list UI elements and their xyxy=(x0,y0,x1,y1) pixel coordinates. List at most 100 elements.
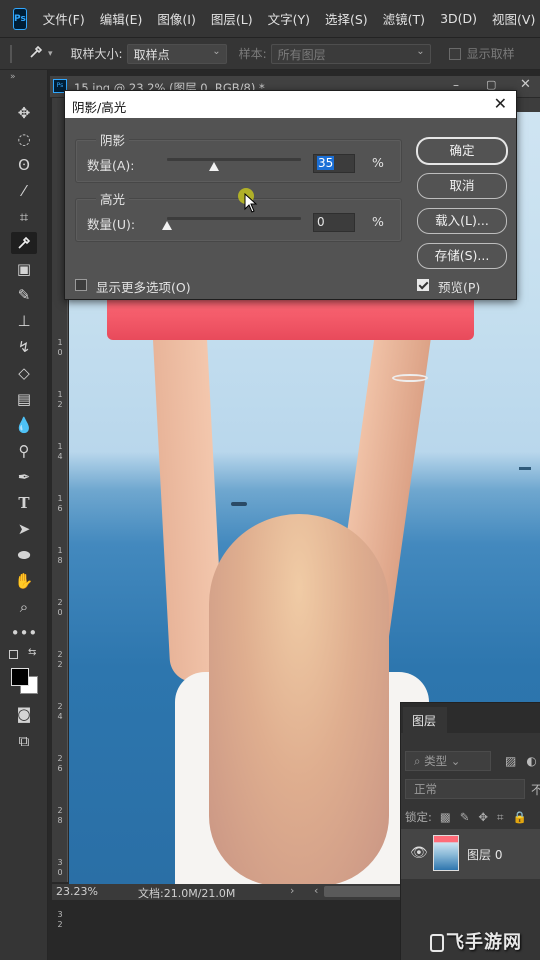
ruler-number: 2 xyxy=(57,650,63,659)
highlights-amount-input[interactable]: 0 xyxy=(313,213,355,232)
frame-tool-icon[interactable]: ▣ xyxy=(11,258,37,280)
hand-tool-icon[interactable]: ✋ xyxy=(11,570,37,592)
ok-button[interactable]: 确定 xyxy=(417,138,507,164)
menu-edit[interactable]: 编辑(E) xyxy=(100,9,143,28)
watermark-text: 飞手游网 xyxy=(446,932,522,953)
watermark-logo-icon xyxy=(430,934,444,952)
blur-tool-icon[interactable]: 💧 xyxy=(11,414,37,436)
type-tool-icon[interactable]: T xyxy=(11,492,37,514)
swap-colors-icon[interactable]: ⇆ xyxy=(28,647,36,658)
ruler-number: 1 xyxy=(57,338,63,347)
sample-size-select[interactable]: 取样点 ⌄ xyxy=(126,43,227,64)
opacity-field[interactable]: 不 xyxy=(531,781,540,798)
preview-checkbox[interactable] xyxy=(417,279,429,291)
eyedropper-icon[interactable] xyxy=(28,44,44,64)
more-options-checkbox[interactable] xyxy=(75,279,87,291)
image-filter-icon[interactable]: ▨ xyxy=(505,754,516,768)
dialog-title: 阴影/高光 xyxy=(72,100,127,115)
preview-label[interactable]: 预览(P) xyxy=(438,277,480,296)
dialog-title-bar[interactable]: 阴影/高光 ✕ xyxy=(65,91,516,118)
menu-file[interactable]: 文件(F) xyxy=(43,9,85,28)
layers-panel: 图层 ⌕ 类型 ⌄ ▨ ◐ 正常 不 锁定: ▩ ✎ ✥ ⌗ 🔒 👁 图层 0 xyxy=(400,702,540,960)
eraser-tool-icon[interactable]: ◇ xyxy=(11,362,37,384)
shadows-amount-slider-handle[interactable] xyxy=(208,162,219,171)
screen-mode-icon[interactable]: ⧉ xyxy=(11,730,37,752)
close-icon[interactable]: ✕ xyxy=(520,77,531,92)
crop-tool-icon[interactable]: ⌗ xyxy=(11,206,37,228)
layer-filter-row: ⌕ 类型 ⌄ ▨ ◐ xyxy=(405,751,537,771)
shadows-amount-label: 数量(A): xyxy=(87,158,135,173)
lock-pixels-icon[interactable]: ✎ xyxy=(460,810,470,824)
default-colors-icon[interactable] xyxy=(9,650,18,659)
path-selection-tool-icon[interactable]: ➤ xyxy=(11,518,37,540)
show-ring-checkbox[interactable] xyxy=(448,47,461,60)
more-options-label[interactable]: 显示更多选项(O) xyxy=(96,277,191,296)
foreground-color-swatch[interactable] xyxy=(11,668,29,686)
save-button[interactable]: 存储(S)... xyxy=(417,243,507,269)
more-tools-icon[interactable]: ••• xyxy=(11,622,38,644)
sample-size-label: 取样大小: xyxy=(70,47,123,61)
brush-tool-icon[interactable]: ✎ xyxy=(11,284,37,306)
layer-thumbnail xyxy=(433,835,459,871)
dialog-close-icon[interactable]: ✕ xyxy=(494,94,507,113)
status-menu-arrow-icon[interactable]: › xyxy=(290,884,294,897)
dodge-tool-icon[interactable]: ⚲ xyxy=(11,440,37,462)
document-info: 文档:21.0M/21.0M xyxy=(138,887,236,900)
eyedropper-tool-icon[interactable] xyxy=(11,232,37,254)
stamp-tool-icon[interactable]: ⊥ xyxy=(11,310,37,332)
scroll-left-icon[interactable]: ‹ xyxy=(314,884,318,897)
options-grip[interactable] xyxy=(10,44,12,63)
cancel-button[interactable]: 取消 xyxy=(417,173,507,199)
tool-preset-chevron-icon[interactable]: ▾ xyxy=(48,49,53,59)
marquee-tool-icon[interactable]: ◌ xyxy=(11,128,37,150)
blend-mode-value: 正常 xyxy=(414,782,437,796)
ellipse-tool-icon[interactable]: ⬬ xyxy=(11,544,37,566)
lock-transparent-icon[interactable]: ▩ xyxy=(440,810,451,824)
menu-type[interactable]: 文字(Y) xyxy=(268,9,310,28)
lock-all-icon[interactable]: 🔒 xyxy=(513,810,527,824)
sample-value: 所有图层 xyxy=(277,47,326,62)
menu-view[interactable]: 视图(V) xyxy=(492,9,535,28)
blend-mode-select[interactable]: 正常 xyxy=(405,779,525,799)
horizontal-scrollbar[interactable] xyxy=(324,886,404,897)
history-brush-tool-icon[interactable]: ↯ xyxy=(11,336,37,358)
ruler-number: 0 xyxy=(57,868,63,877)
menu-layer[interactable]: 图层(L) xyxy=(211,9,253,28)
show-ring-label: 显示取样 xyxy=(466,47,515,61)
lasso-tool-icon[interactable]: ʘ xyxy=(11,154,37,176)
menu-select[interactable]: 选择(S) xyxy=(325,9,368,28)
layer-name[interactable]: 图层 0 xyxy=(467,846,502,863)
pen-tool-icon[interactable]: ✒ xyxy=(11,466,37,488)
zoom-tool-icon[interactable]: ⌕ xyxy=(11,596,37,618)
ruler-number: 1 xyxy=(57,546,63,555)
visibility-eye-icon[interactable]: 👁 xyxy=(410,845,428,861)
photoshop-logo[interactable]: Ps xyxy=(13,7,27,30)
toolbar-collapse-icon[interactable]: » xyxy=(10,72,16,82)
shadows-amount-input[interactable]: 35 xyxy=(313,154,355,173)
layers-tab[interactable]: 图层 xyxy=(403,707,447,733)
highlights-amount-slider[interactable] xyxy=(167,217,301,220)
adjustment-filter-icon[interactable]: ◐ xyxy=(526,754,536,768)
move-tool-icon[interactable]: ✥ xyxy=(11,102,37,124)
zoom-level[interactable]: 23.23% xyxy=(56,885,98,898)
layer-row[interactable]: 👁 图层 0 xyxy=(401,829,540,879)
layer-filter-label: 类型 xyxy=(424,754,448,768)
menu-3d[interactable]: 3D(D) xyxy=(440,11,477,26)
sample-select[interactable]: 所有图层 ⌄ xyxy=(270,43,431,64)
layer-filter-select[interactable]: ⌕ 类型 ⌄ xyxy=(405,751,491,771)
menu-image[interactable]: 图像(I) xyxy=(157,9,195,28)
options-bar: ▾ 取样大小: 取样点 ⌄ 样本: 所有图层 ⌄ 显示取样 xyxy=(0,38,540,70)
shadows-amount-slider[interactable] xyxy=(167,158,301,161)
lock-position-icon[interactable]: ✥ xyxy=(478,810,488,824)
layers-panel-header: 图层 xyxy=(401,703,540,733)
shadows-percent-unit: % xyxy=(372,155,384,170)
lock-artboard-icon[interactable]: ⌗ xyxy=(497,810,503,825)
ruler-number: 3 xyxy=(57,910,63,919)
gradient-tool-icon[interactable]: ▤ xyxy=(11,388,37,410)
highlights-amount-slider-handle[interactable] xyxy=(162,221,172,230)
ruler-number: 2 xyxy=(57,806,63,815)
magic-wand-tool-icon[interactable]: ⁄ xyxy=(11,180,37,202)
menu-filter[interactable]: 滤镜(T) xyxy=(383,9,425,28)
load-button[interactable]: 载入(L)... xyxy=(417,208,507,234)
quick-mask-icon[interactable]: ◙ xyxy=(11,703,37,725)
